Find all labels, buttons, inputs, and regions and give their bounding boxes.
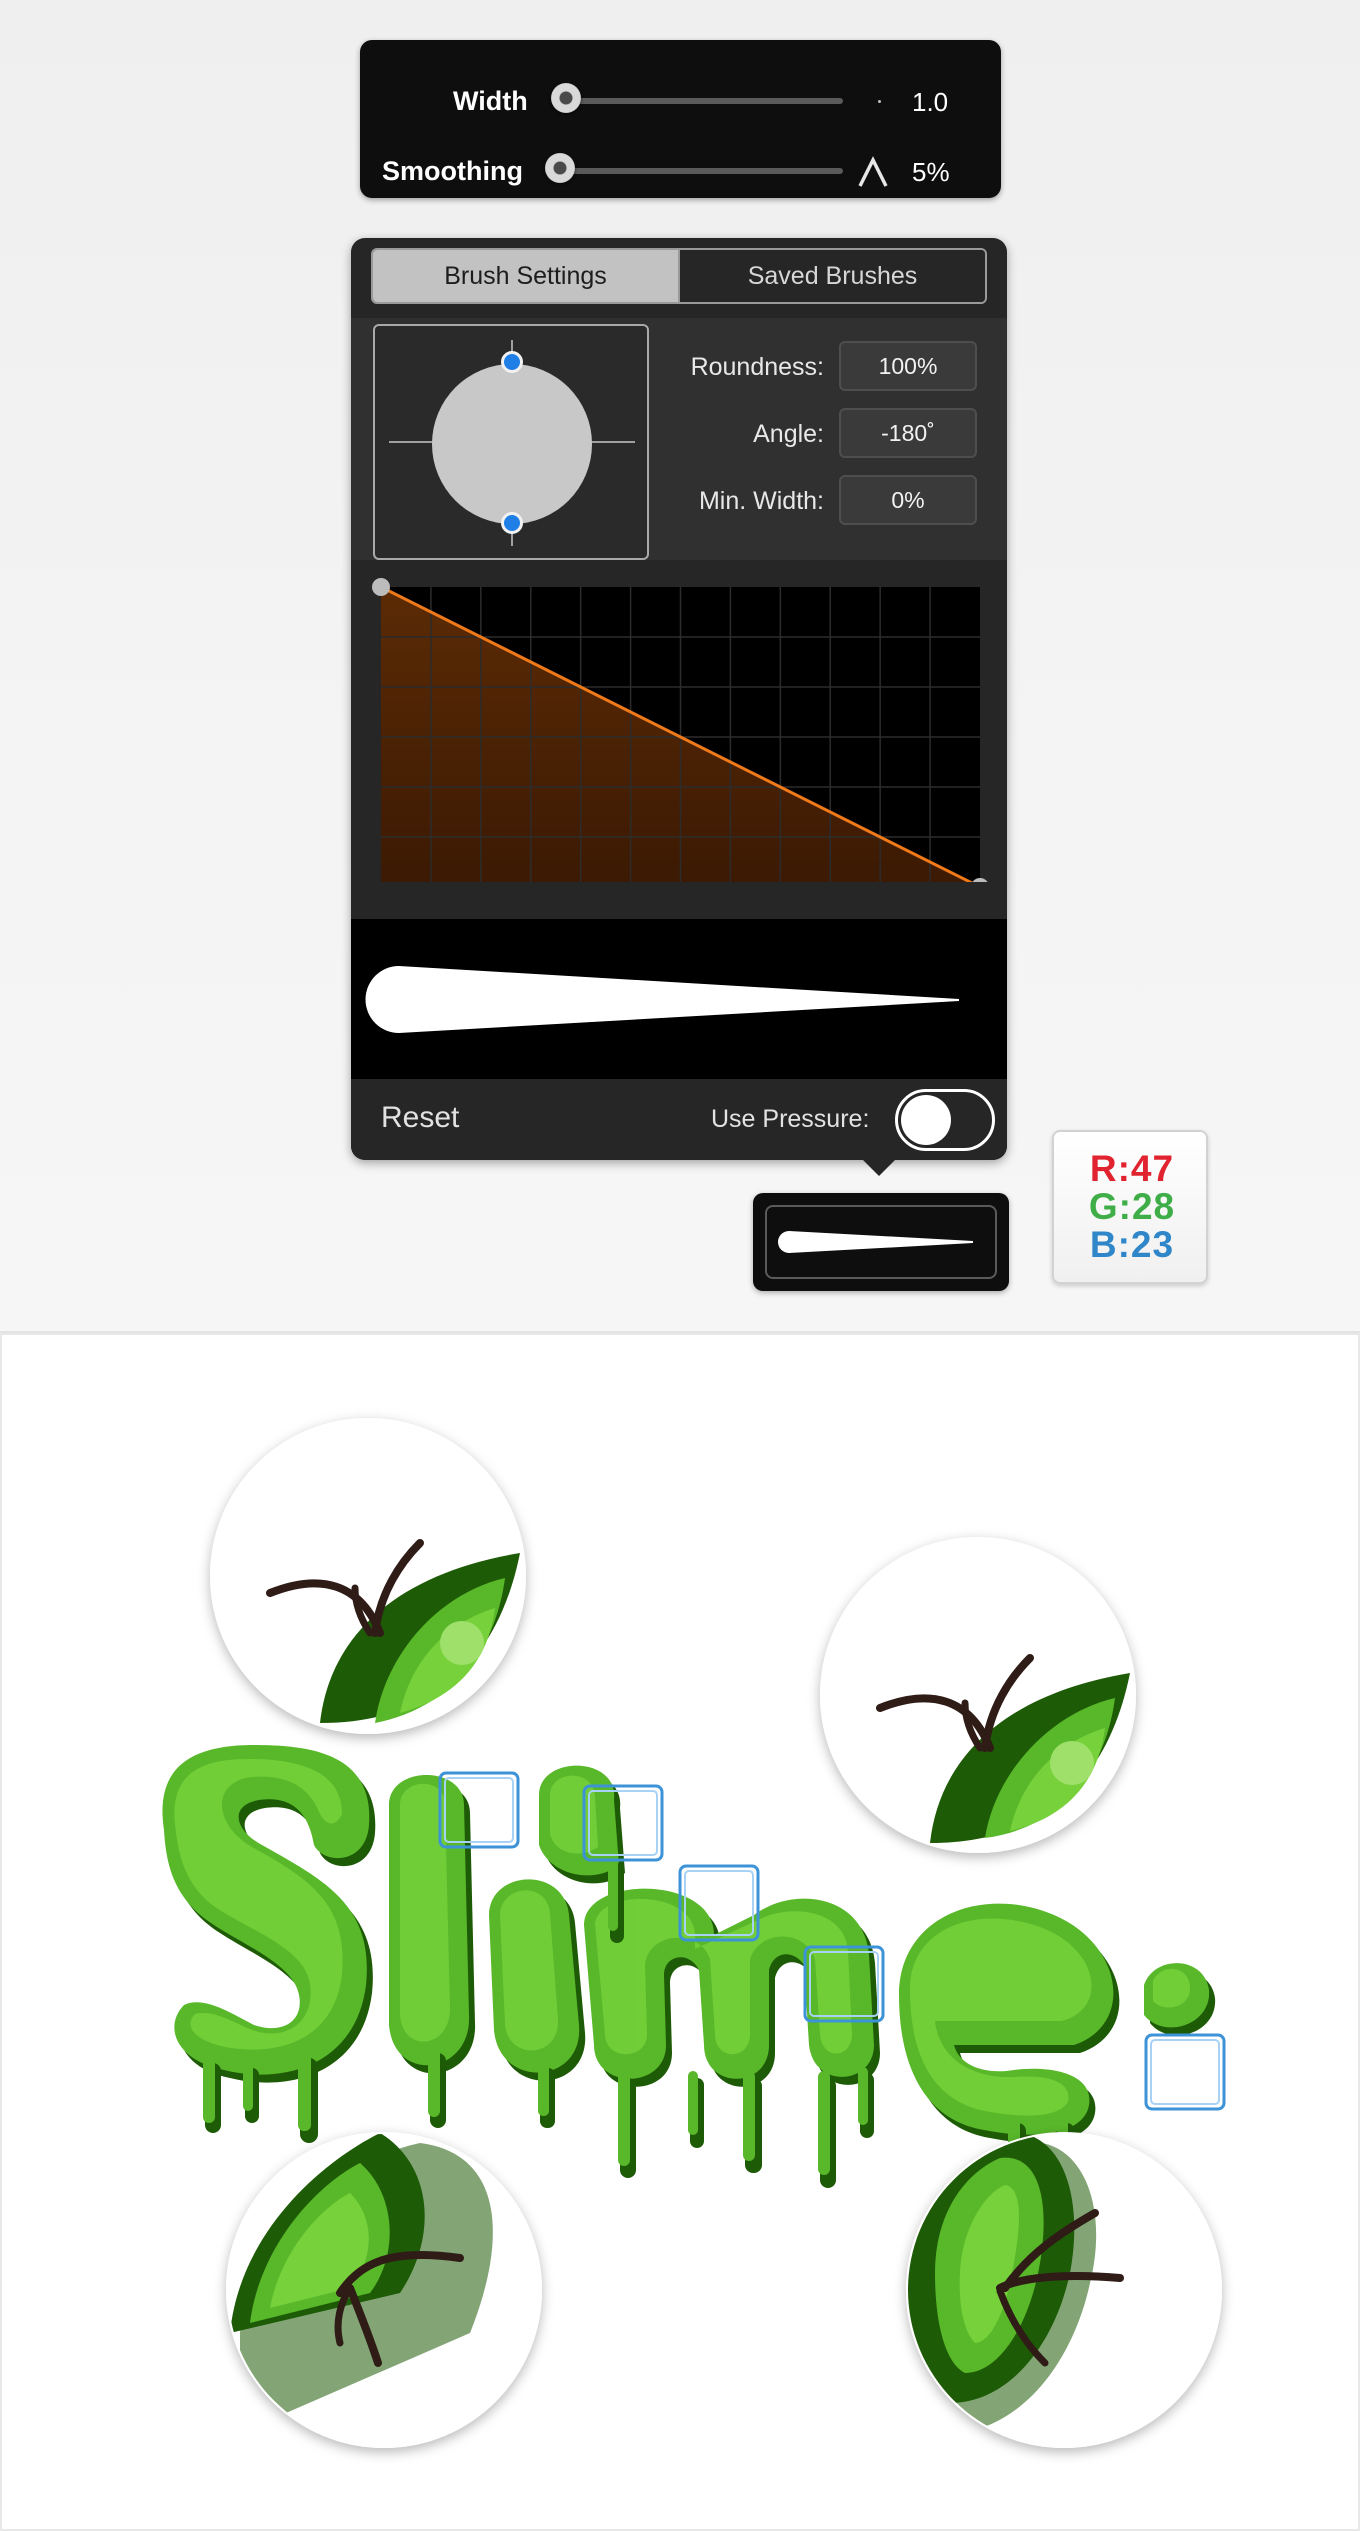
min-width-label: Min. Width: bbox=[698, 487, 824, 515]
stroke-preview-shape bbox=[365, 966, 959, 1033]
tip-handle-top[interactable] bbox=[501, 351, 523, 373]
panel-pointer bbox=[863, 1160, 895, 1176]
curve-start-handle[interactable] bbox=[372, 578, 390, 596]
width-label: Width bbox=[453, 86, 528, 116]
stroke-preview bbox=[351, 919, 1007, 1079]
zoom-circle-top-left bbox=[210, 1418, 526, 1734]
smoothing-label: Smoothing bbox=[382, 156, 523, 186]
angle-field[interactable]: -180˚ bbox=[839, 408, 977, 458]
red-value: R:47 bbox=[1089, 1148, 1175, 1189]
use-pressure-label: Use Pressure: bbox=[711, 1105, 870, 1133]
angle-label: Angle: bbox=[753, 420, 824, 448]
width-slider-thumb[interactable] bbox=[550, 83, 581, 113]
blue-value: B:23 bbox=[1089, 1224, 1175, 1265]
zoom-circle-bottom-right bbox=[906, 2132, 1222, 2448]
width-smoothing-panel: Width 1.0 Smoothing 5% bbox=[360, 40, 1001, 198]
smoothing-row: Smoothing 5% bbox=[360, 150, 1001, 190]
slime-artwork bbox=[162, 1418, 1226, 2448]
tip-handle-bottom[interactable] bbox=[501, 512, 523, 534]
roundness-field[interactable]: 100% bbox=[839, 341, 977, 391]
brush-preset-stroke bbox=[778, 1231, 973, 1253]
roundness-label: Roundness: bbox=[690, 353, 824, 381]
zoom-circle-top-right bbox=[820, 1537, 1136, 1853]
use-pressure-toggle[interactable] bbox=[895, 1089, 995, 1151]
width-value: 1.0 bbox=[912, 87, 949, 117]
smoothing-slider-thumb[interactable] bbox=[544, 153, 575, 183]
brush-preset-button[interactable] bbox=[753, 1193, 1009, 1291]
dot-icon bbox=[878, 100, 881, 103]
brush-tabs: Brush Settings Saved Brushes bbox=[371, 248, 987, 304]
min-width-field[interactable]: 0% bbox=[839, 475, 977, 525]
brush-tip-shape bbox=[432, 364, 592, 524]
tab-saved-brushes[interactable]: Saved Brushes bbox=[678, 250, 985, 302]
pressure-curve-overlay bbox=[351, 560, 1007, 882]
brush-panel-footer: Reset Use Pressure: bbox=[351, 1079, 1007, 1160]
green-value: G:28 bbox=[1088, 1186, 1176, 1227]
rgb-color-card: R:47 G:28 B:23 bbox=[1052, 1130, 1208, 1284]
brush-tip-editor[interactable] bbox=[373, 324, 649, 560]
reset-button[interactable]: Reset bbox=[381, 1101, 459, 1135]
tab-brush-settings[interactable]: Brush Settings bbox=[373, 250, 678, 302]
smoothing-value: 5% bbox=[912, 157, 950, 187]
toggle-knob bbox=[901, 1095, 951, 1145]
smoothing-slider-track[interactable] bbox=[545, 168, 843, 174]
zoom-circle-bottom-left bbox=[226, 2132, 542, 2448]
caret-up-icon bbox=[858, 156, 888, 187]
brush-preset-preview bbox=[765, 1205, 997, 1279]
width-row: Width 1.0 bbox=[360, 80, 1001, 120]
width-slider-track[interactable] bbox=[560, 98, 843, 104]
